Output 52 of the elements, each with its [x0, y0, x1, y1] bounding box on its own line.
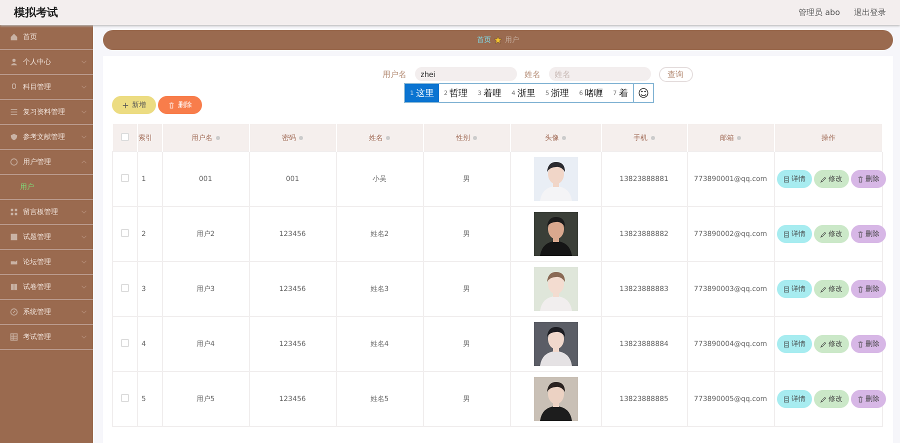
menu-icon	[10, 333, 18, 341]
pencil-icon	[820, 286, 826, 292]
admin-name: 管理员 abo	[798, 7, 840, 18]
menu-icon	[10, 33, 18, 41]
menu-icon	[10, 158, 18, 166]
select-all-checkbox[interactable]	[120, 132, 128, 140]
row-checkbox[interactable]	[120, 339, 129, 347]
trash-icon	[856, 286, 864, 292]
row-checkbox[interactable]	[120, 174, 129, 182]
query-button[interactable]: 查询	[658, 66, 692, 82]
trash-icon	[856, 396, 864, 402]
menu-icon	[10, 283, 18, 291]
field-label: 姓名	[524, 68, 540, 80]
document-icon	[782, 176, 790, 182]
menu-icon	[10, 58, 18, 66]
pencil-icon	[820, 176, 826, 182]
document-icon	[782, 396, 790, 402]
trash-icon	[856, 340, 864, 348]
sort-icon	[299, 136, 303, 140]
trash-icon	[168, 102, 175, 108]
star-icon	[494, 36, 502, 44]
search-field[interactable]: zhei	[414, 67, 516, 81]
document-icon	[782, 230, 790, 238]
row-checkbox[interactable]	[120, 284, 129, 292]
search-field[interactable]: 姓名	[548, 67, 650, 81]
menu-icon	[10, 133, 18, 141]
field-label: 用户名	[382, 68, 406, 80]
sort-icon	[562, 136, 566, 140]
app-title: 模拟考试	[14, 5, 59, 20]
sort-icon	[473, 136, 477, 140]
sort-icon	[386, 136, 390, 140]
trash-icon	[856, 230, 864, 238]
plus-icon	[122, 102, 129, 108]
sort-icon	[650, 136, 654, 140]
sort-icon	[216, 136, 220, 140]
menu-icon	[10, 233, 18, 241]
row-checkbox[interactable]	[120, 229, 129, 237]
menu-icon	[10, 108, 18, 116]
emoji-button[interactable]: ☺	[632, 84, 654, 102]
trash-icon	[856, 176, 864, 182]
menu-icon	[10, 308, 18, 316]
pencil-icon	[820, 396, 826, 402]
menu-icon	[10, 83, 18, 91]
logout-link[interactable]: 退出登录	[854, 7, 886, 18]
row-checkbox[interactable]	[120, 394, 129, 402]
menu-icon	[10, 258, 18, 266]
sort-icon	[737, 136, 741, 140]
pencil-icon	[820, 230, 826, 238]
pencil-icon	[820, 340, 826, 348]
document-icon	[782, 340, 790, 348]
menu-icon	[10, 208, 18, 216]
document-icon	[782, 286, 790, 292]
